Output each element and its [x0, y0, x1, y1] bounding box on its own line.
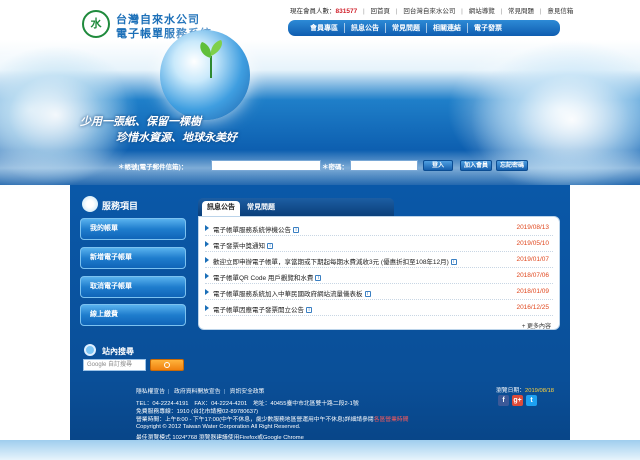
water-company-emblem-icon: 水 — [82, 10, 110, 38]
sidebar-item-cancel-ebill[interactable]: 取消電子帳單 — [80, 276, 186, 298]
login-bar: ＊帳號(電子郵件信箱)： ＊密碼： 登入 加入會員 忘記密碼 — [0, 156, 640, 176]
slogan-line-1: 少用一張紙、保留一棵樹 — [80, 115, 201, 128]
divider: | — [395, 8, 398, 15]
footer-wave — [0, 440, 640, 460]
tab-faq[interactable]: 常見問題 — [242, 201, 280, 216]
site-search-heading-text: 站內搜尋 — [102, 347, 134, 356]
arrow-right-icon — [205, 289, 209, 295]
news-date: 2018/07/06 — [516, 272, 549, 279]
footer-hours: 營業時間：上午8:00 - 下午17:00(中午不休息，歲少數服務地區營運用中午… — [136, 417, 409, 423]
news-panel: 電子帳單服務系統停機公告 i 2019/08/13 電子發票中獎通知 i 2019/… — [198, 216, 560, 330]
nav-faq[interactable]: 常見問題 — [385, 23, 426, 33]
site-search-heading: 站內搜尋 — [84, 344, 184, 358]
divider: | — [461, 8, 463, 15]
news-title[interactable]: 電子發票中獎通知 i — [213, 240, 273, 250]
browse-date-label: 瀏覽日期： — [496, 388, 525, 394]
member-count: 831577 — [335, 8, 358, 15]
arrow-right-icon — [205, 305, 209, 311]
top-link-faq[interactable]: 常見問題 — [508, 5, 534, 15]
news-tabs: 訊息公告 常見問題 — [198, 198, 394, 216]
news-item[interactable]: 電子帳單服務系統加入中華民國政府網站流量儀表板 i 2018/01/09 — [205, 285, 553, 300]
account-label: ＊帳號(電子郵件信箱)： — [118, 164, 188, 171]
page: 水 台灣自來水公司 電子帳單服務系統 少用一張紙、保留一棵樹 珍惜水資源、地球永… — [0, 0, 640, 460]
facebook-icon[interactable]: f — [498, 395, 509, 406]
sprout-icon — [200, 40, 222, 78]
password-input[interactable] — [350, 160, 418, 171]
divider: | — [223, 389, 226, 395]
top-link-sitemap[interactable]: 網站導覽 — [469, 5, 495, 15]
news-title[interactable]: 電子帳單服務系統加入中華民國政府網站流量儀表板 i — [213, 288, 371, 298]
footer-link-privacy[interactable]: 隱私權宣告 — [136, 389, 165, 395]
top-link-company[interactable]: 回台灣自來水公司 — [403, 5, 455, 15]
news-title[interactable]: 電子帳單因應電子發票開立公告 i — [213, 304, 312, 314]
info-icon: i — [450, 259, 457, 266]
news-item[interactable]: 電子帳單QR Code 用戶觀覽和水費 i 2018/07/06 — [205, 269, 553, 284]
news-date: 2019/08/13 — [516, 224, 549, 231]
top-link-home[interactable]: 回首頁 — [371, 5, 391, 15]
info-icon: i — [364, 291, 371, 298]
member-count-label: 現在會員人數： — [290, 8, 336, 15]
site-search-button[interactable] — [150, 359, 184, 371]
top-links-bar: 現在會員人數：831577 | 回首頁 | 回台灣自來水公司 | 網站導覽 | … — [290, 5, 573, 15]
nav-e-invoice[interactable]: 電子發票 — [467, 23, 508, 33]
arrow-right-icon — [205, 225, 209, 231]
arrow-right-icon — [205, 241, 209, 247]
news-item[interactable]: 電子發票中獎通知 i 2019/05/10 — [205, 237, 553, 252]
divider: | — [363, 8, 365, 15]
more-content-link[interactable]: + 更多內容 — [522, 321, 551, 330]
divider: | — [539, 8, 542, 15]
browse-date: 瀏覽日期：2019/08/18 — [496, 385, 554, 394]
info-icon: i — [267, 243, 273, 250]
magnifier-icon — [84, 344, 96, 356]
news-item[interactable]: 電子帳單因應電子發票開立公告 i 2016/12/25 — [205, 301, 553, 316]
services-heading-text: 服務項目 — [102, 201, 139, 211]
account-input[interactable] — [211, 160, 321, 171]
password-label: ＊密碼： — [322, 164, 348, 171]
footer-copyright: Copyright © 2012 Taiwan Water Corporatio… — [136, 424, 301, 430]
sidebar-item-add-ebill[interactable]: 新增電子帳單 — [80, 247, 186, 269]
services-heading: 服務項目 — [82, 196, 172, 214]
login-button[interactable]: 登入 — [423, 160, 453, 171]
news-title[interactable]: 電子帳單服務系統停機公告 i — [213, 224, 299, 234]
arrow-right-icon — [205, 273, 209, 279]
browse-date-value: 2019/08/18 — [525, 388, 555, 394]
more-content-label: 更多內容 — [526, 324, 551, 330]
main-navigation: 會員專區 訊息公告 常見問題 相關連結 電子發票 — [288, 20, 560, 36]
news-date: 2019/01/07 — [516, 256, 549, 263]
news-item[interactable]: 歡迎立即申辦電子帳單，享當期或下期起每期水費減收3元 (優惠折扣至108年12月… — [205, 253, 553, 268]
slogan-line-2: 珍惜水資源、地球永美好 — [116, 131, 237, 144]
site-search-input[interactable]: Google 自訂搜尋 — [83, 359, 146, 371]
info-icon: i — [315, 275, 322, 282]
flower-icon — [82, 196, 98, 212]
footer-best-view: 最佳瀏覽模式 1024*768 瀏覽器建議使用Firefox或Google Ch… — [136, 435, 304, 441]
footer-links: 隱私權宣告 | 政府資料開放宣告 | 資訊安全政策 — [136, 386, 264, 395]
footer-link-open-data[interactable]: 政府資料開放宣告 — [174, 389, 220, 395]
news-title[interactable]: 歡迎立即申辦電子帳單，享當期或下期起每期水費減收3元 (優惠折扣至108年12月… — [213, 256, 457, 266]
news-date: 2019/05/10 — [516, 240, 549, 247]
news-title[interactable]: 電子帳單QR Code 用戶觀覽和水費 i — [213, 272, 322, 282]
news-item[interactable]: 電子帳單服務系統停機公告 i 2019/08/13 — [205, 221, 553, 236]
nav-member-area[interactable]: 會員專區 — [304, 23, 344, 33]
sidebar-item-online-payment[interactable]: 線上繳費 — [80, 304, 186, 326]
nav-announcements[interactable]: 訊息公告 — [344, 23, 385, 33]
divider: | — [500, 8, 503, 15]
footer-hours-link[interactable]: 各區營業時間 — [374, 417, 409, 423]
info-icon: i — [306, 307, 312, 314]
twitter-icon[interactable]: t — [526, 395, 537, 406]
tab-announcements[interactable]: 訊息公告 — [202, 201, 240, 216]
arrow-right-icon — [205, 257, 209, 263]
google-plus-icon[interactable]: g+ — [512, 395, 523, 406]
info-icon: i — [293, 227, 299, 234]
news-date: 2018/01/09 — [516, 288, 549, 295]
nav-related-links[interactable]: 相關連結 — [426, 23, 467, 33]
join-member-button[interactable]: 加入會員 — [460, 160, 492, 171]
news-date: 2016/12/25 — [516, 304, 549, 311]
sidebar-item-my-bill[interactable]: 我的帳單 — [80, 218, 186, 240]
top-link-feedback[interactable]: 意見信箱 — [547, 5, 573, 15]
footer-link-security[interactable]: 資訊安全政策 — [230, 389, 265, 395]
divider: | — [168, 389, 170, 395]
search-icon — [164, 362, 170, 368]
forgot-password-button[interactable]: 忘記密碼 — [496, 160, 528, 171]
